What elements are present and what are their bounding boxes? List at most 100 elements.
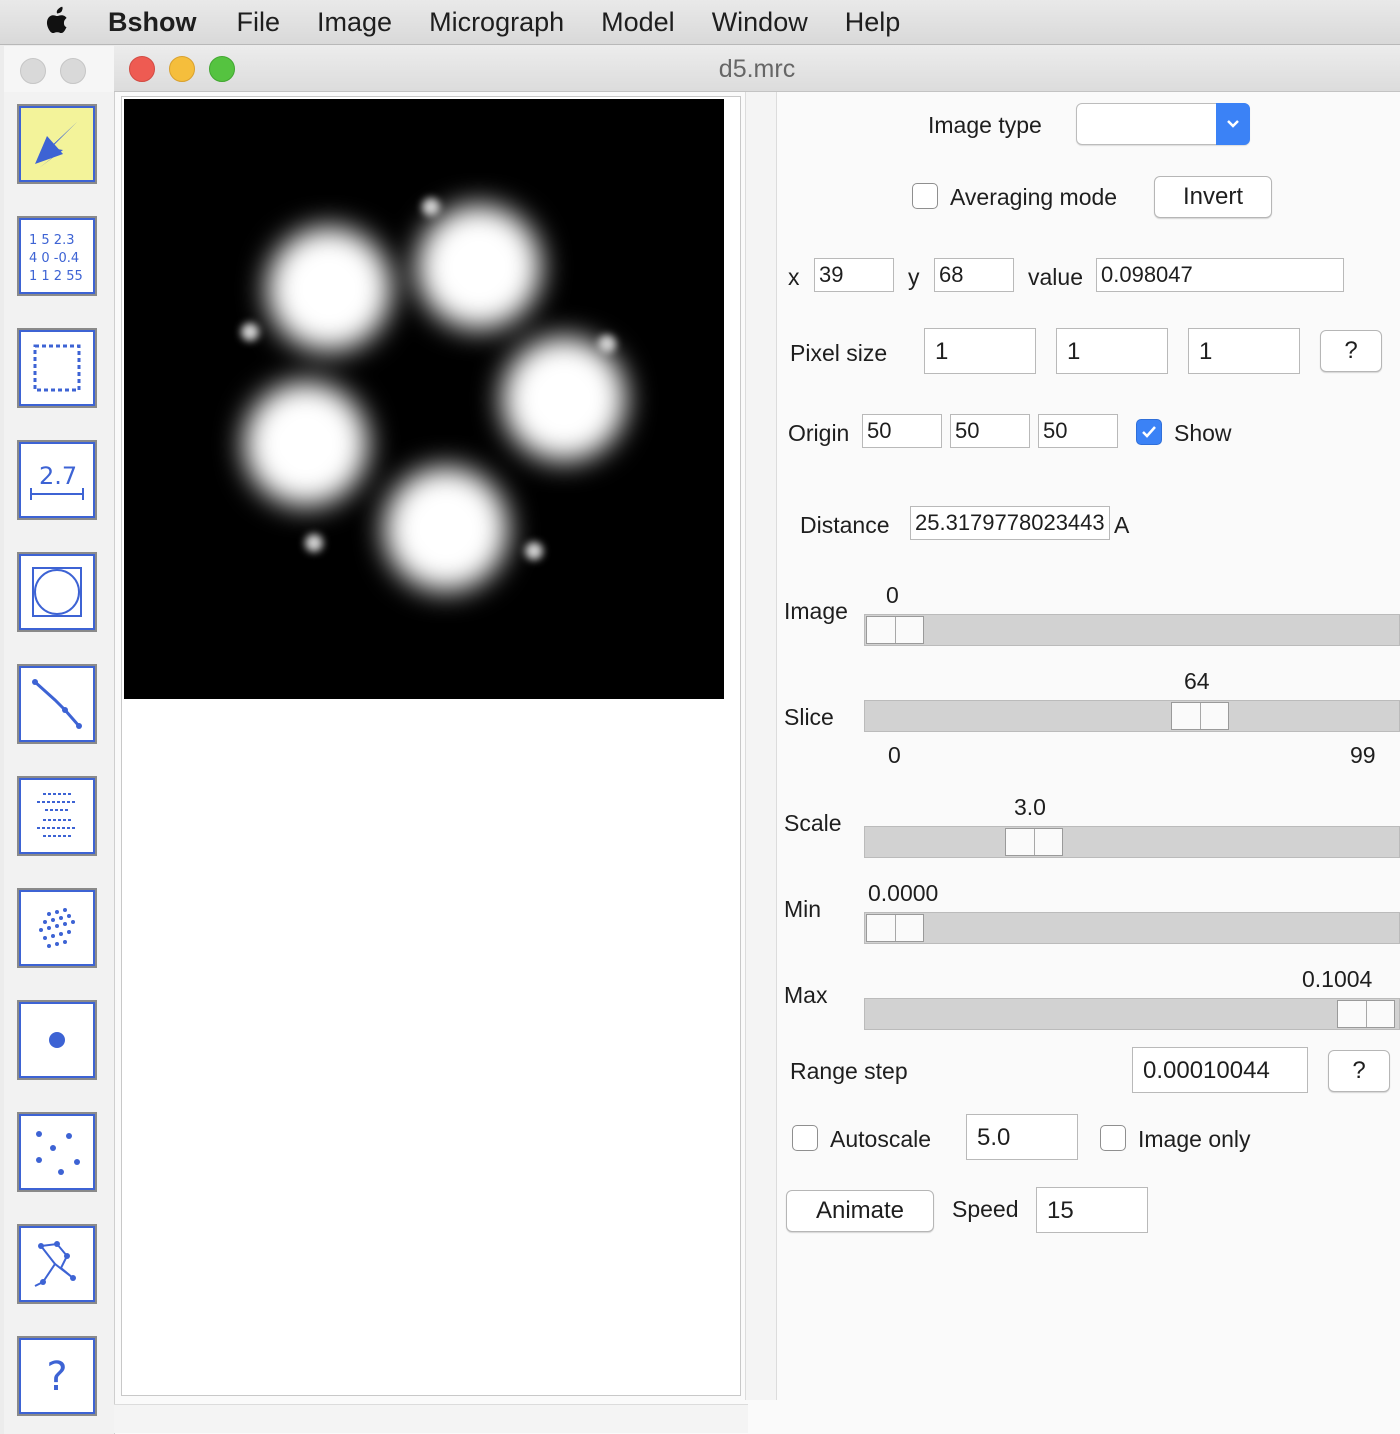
menu-micrograph[interactable]: Micrograph [429, 7, 564, 38]
image-type-select[interactable] [1076, 103, 1250, 145]
filament-tool-icon [37, 793, 77, 837]
measure-tool-button[interactable]: 2.7 [17, 440, 97, 520]
origin-x-field[interactable]: 50 [862, 414, 942, 448]
invert-button[interactable]: Invert [1154, 176, 1272, 218]
help-icon-glyph: ? [46, 1354, 67, 1400]
scale-slider-label: Scale [784, 810, 842, 836]
tool-palette: 1 5 2.3 4 0 -0.4 1 1 2 55 2.7 ? [4, 92, 115, 1434]
box-select-tool-icon [33, 344, 81, 392]
autoscale-checkbox[interactable] [792, 1125, 818, 1151]
pixel-size-x-field[interactable]: 1 [924, 328, 1036, 374]
range-step-help-button[interactable]: ? [1328, 1050, 1390, 1092]
values-tool-icon: 1 5 2.3 4 0 -0.4 1 1 2 55 [29, 233, 83, 284]
distance-unit: A [1114, 512, 1130, 538]
scale-slider[interactable] [864, 826, 1400, 858]
scatter-points-tool-icon [36, 1131, 80, 1175]
image-type-dropdown-arrow[interactable] [1216, 103, 1250, 145]
x-field[interactable]: 39 [814, 258, 894, 292]
point-tool-icon [49, 1032, 65, 1048]
min-slider-label: Min [784, 896, 822, 922]
point-tool-button[interactable] [17, 1000, 97, 1080]
speed-field[interactable]: 15 [1036, 1187, 1148, 1233]
min-slider-thumb[interactable] [866, 914, 924, 942]
menu-model[interactable]: Model [601, 7, 675, 38]
pixel-size-z-field[interactable]: 1 [1188, 328, 1300, 374]
circle-tool-button[interactable] [17, 552, 97, 632]
title-bar[interactable]: d5.mrc [114, 46, 1400, 92]
slice-slider-thumb[interactable] [1171, 702, 1229, 730]
pixel-size-label: Pixel size [790, 340, 888, 366]
averaging-mode-label: Averaging mode [950, 184, 1118, 210]
scatter-points-tool-button[interactable] [17, 1112, 97, 1192]
range-step-label: Range step [790, 1058, 908, 1084]
help-tool-icon: ? [46, 1354, 67, 1400]
max-slider[interactable] [864, 998, 1400, 1030]
lattice-tool-button[interactable] [17, 888, 97, 968]
menu-window[interactable]: Window [712, 7, 808, 38]
model-tool-button[interactable] [17, 1224, 97, 1304]
menu-help[interactable]: Help [845, 7, 901, 38]
y-field[interactable]: 68 [934, 258, 1014, 292]
help-tool-button[interactable]: ? [17, 1336, 97, 1416]
bg-close-button[interactable] [20, 58, 46, 84]
density-image-render [241, 198, 626, 591]
checkmark-icon [1142, 426, 1156, 438]
x-label: x [788, 264, 800, 290]
pixel-size-help-button[interactable]: ? [1320, 330, 1382, 372]
measure-icon-text: 2.7 [39, 462, 77, 490]
autoscale-field[interactable]: 5.0 [966, 1114, 1078, 1160]
image-type-label: Image type [928, 112, 1042, 138]
image-canvas[interactable] [121, 96, 741, 1396]
speed-label: Speed [952, 1196, 1019, 1222]
bg-minimize-button[interactable] [60, 58, 86, 84]
max-slider-value: 0.1004 [1302, 966, 1373, 992]
slice-slider[interactable] [864, 700, 1400, 732]
window-title: d5.mrc [718, 55, 796, 83]
value-label: value [1028, 264, 1083, 290]
micrograph-image[interactable] [124, 99, 724, 699]
values-tool-button[interactable]: 1 5 2.3 4 0 -0.4 1 1 2 55 [17, 216, 97, 296]
origin-z-field[interactable]: 50 [1038, 414, 1118, 448]
filament-tool-button[interactable] [17, 776, 97, 856]
horizontal-scrollbar[interactable] [114, 1404, 748, 1433]
max-slider-thumb[interactable] [1337, 1000, 1395, 1028]
image-slider-label: Image [784, 598, 848, 624]
origin-y-field[interactable]: 50 [950, 414, 1030, 448]
slice-slider-value: 64 [1184, 668, 1210, 694]
box-select-tool-button[interactable] [17, 328, 97, 408]
animate-button[interactable]: Animate [786, 1190, 934, 1232]
line-tool-button[interactable] [17, 664, 97, 744]
max-slider-label: Max [784, 982, 828, 1008]
slice-slider-label: Slice [784, 704, 834, 730]
image-slider[interactable] [864, 614, 1400, 646]
value-field[interactable]: 0.098047 [1096, 258, 1344, 292]
menu-app-name[interactable]: Bshow [108, 7, 197, 38]
distance-field[interactable]: 25.3179778023443 [910, 506, 1110, 540]
vertical-scrollbar[interactable] [745, 92, 777, 1400]
control-panel: Image type Averaging mode Invert x 39 y … [778, 92, 1400, 1434]
y-label: y [908, 264, 920, 290]
model-tool-icon [34, 1241, 76, 1287]
range-step-field[interactable]: 0.00010044 [1132, 1047, 1308, 1093]
menu-file[interactable]: File [237, 7, 281, 38]
image-only-checkbox[interactable] [1100, 1125, 1126, 1151]
pixel-size-y-field[interactable]: 1 [1056, 328, 1168, 374]
averaging-mode-checkbox[interactable] [912, 183, 938, 209]
pointer-tool-icon [35, 122, 77, 168]
scale-slider-thumb[interactable] [1005, 828, 1063, 856]
image-slider-value: 0 [886, 582, 899, 608]
image-only-label: Image only [1138, 1126, 1251, 1152]
distance-label: Distance [800, 512, 890, 538]
image-slider-thumb[interactable] [866, 616, 924, 644]
show-origin-checkbox[interactable] [1136, 419, 1162, 445]
origin-label: Origin [788, 420, 850, 446]
min-slider[interactable] [864, 912, 1400, 944]
circle-tool-icon [32, 567, 82, 617]
min-slider-value: 0.0000 [868, 880, 939, 906]
apple-icon[interactable] [38, 5, 78, 39]
autoscale-label: Autoscale [830, 1126, 932, 1152]
values-icon-row-2: 4 0 -0.4 [29, 251, 79, 266]
pointer-tool-button[interactable] [17, 104, 97, 184]
line-tool-icon [32, 679, 82, 729]
menu-image[interactable]: Image [317, 7, 392, 38]
